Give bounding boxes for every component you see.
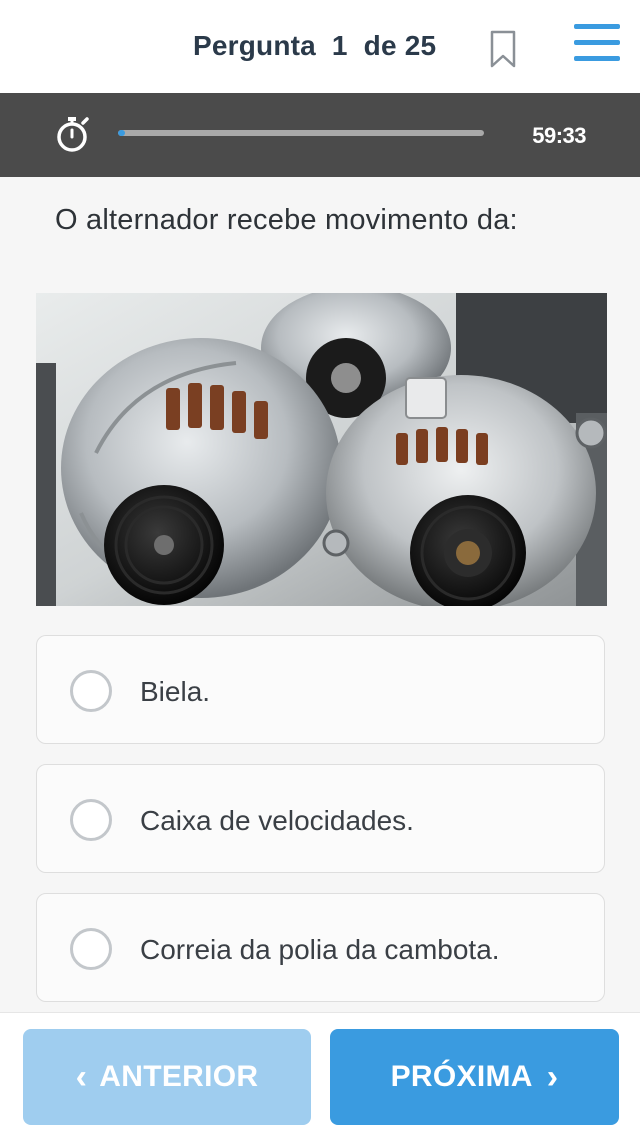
time-progress-bar — [118, 130, 484, 136]
radio-button[interactable] — [70, 799, 112, 841]
bookmark-icon[interactable] — [487, 29, 519, 69]
chevron-left-icon: ‹ — [75, 1057, 88, 1096]
time-remaining: 59:33 — [532, 123, 586, 148]
previous-label: ANTERIOR — [99, 1060, 259, 1093]
radio-button[interactable] — [70, 670, 112, 712]
menu-line — [574, 40, 620, 45]
menu-line — [574, 24, 620, 29]
top-header: Pergunta 1 de 25 — [0, 0, 640, 93]
question-image — [36, 293, 607, 606]
stopwatch-icon — [55, 113, 93, 155]
next-label: PRÓXIMA — [390, 1060, 533, 1093]
hamburger-menu-icon[interactable] — [574, 24, 620, 64]
answer-option-1[interactable]: Biela. — [36, 635, 605, 744]
menu-line — [574, 56, 620, 61]
timer-bar: 59:33 — [0, 93, 640, 177]
answer-label: Caixa de velocidades. — [140, 805, 414, 836]
question-text: O alternador recebe movimento da: — [55, 204, 518, 236]
radio-button[interactable] — [70, 928, 112, 970]
answer-label: Biela. — [140, 676, 211, 707]
answer-option-2[interactable]: Caixa de velocidades. — [36, 764, 605, 873]
answer-label: Correia da polia da cambota. — [140, 934, 500, 965]
next-button[interactable]: PRÓXIMA › — [330, 1029, 619, 1125]
chevron-right-icon: › — [546, 1057, 559, 1096]
question-counter-title: Pergunta 1 de 25 — [193, 30, 437, 61]
bottom-navigation: ‹ ANTERIOR PRÓXIMA › — [0, 1012, 640, 1136]
previous-button[interactable]: ‹ ANTERIOR — [23, 1029, 311, 1125]
answer-option-3[interactable]: Correia da polia da cambota. — [36, 893, 605, 1002]
time-progress-fill — [118, 130, 126, 136]
